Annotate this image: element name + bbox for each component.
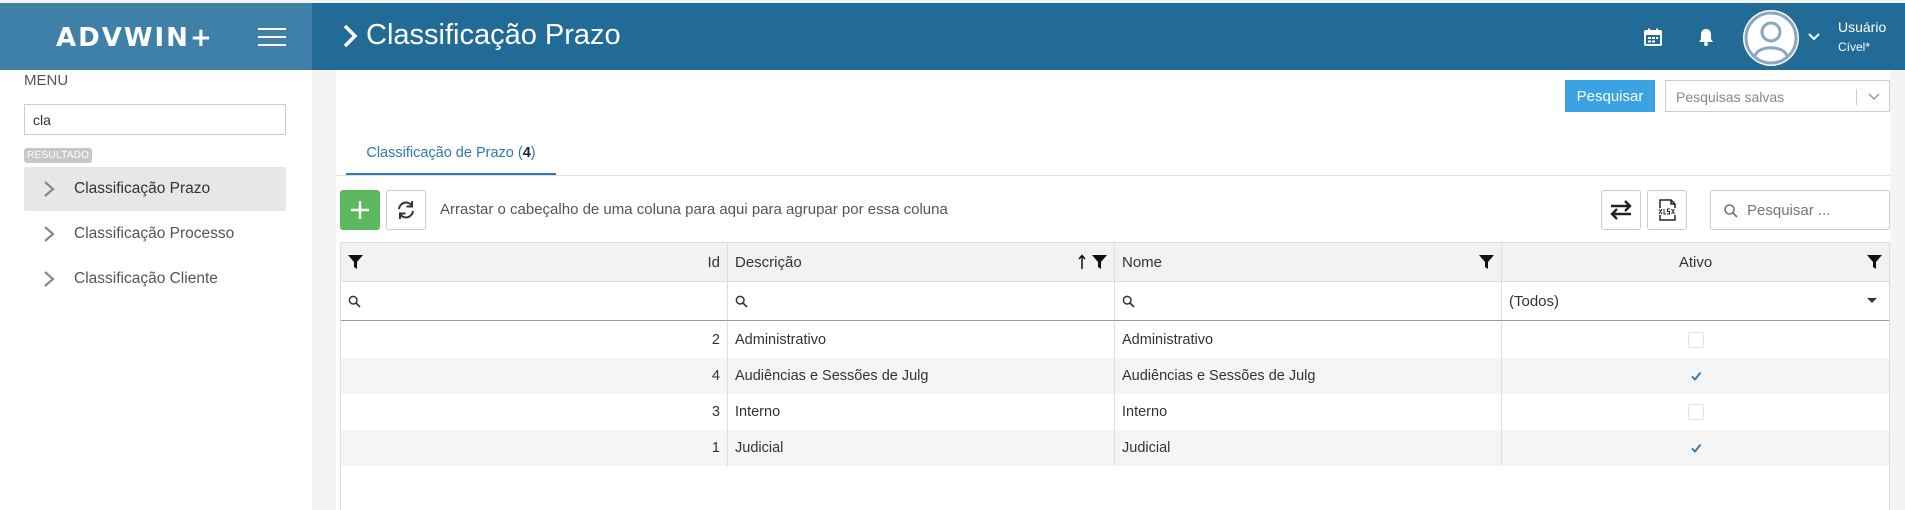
table-row[interactable]: 3 Interno Interno xyxy=(341,394,1889,430)
filter-cell-nome[interactable] xyxy=(1115,282,1502,320)
filter-cell-descricao[interactable] xyxy=(728,282,1115,320)
search-icon xyxy=(348,295,361,308)
xlsx-file-icon xyxy=(1658,199,1677,221)
tab-divider xyxy=(336,175,1890,176)
column-header-id[interactable]: Id xyxy=(341,243,728,281)
add-button[interactable] xyxy=(340,190,380,230)
chevron-down-icon[interactable] xyxy=(1806,29,1822,45)
refresh-icon xyxy=(398,201,414,219)
chevron-right-icon xyxy=(343,24,358,47)
menu-title: MENU xyxy=(24,72,69,89)
sort-ascending-icon xyxy=(1078,254,1086,269)
cell-id: 4 xyxy=(341,358,728,394)
cell-ativo xyxy=(1502,322,1889,358)
table-row[interactable]: 1 Judicial Judicial xyxy=(341,430,1889,466)
table-row[interactable]: 2 Administrativo Administrativo xyxy=(341,322,1889,358)
filter-cell-id[interactable] xyxy=(341,282,728,320)
user-icon xyxy=(1744,11,1798,65)
result-badge: RESULTADO xyxy=(24,148,93,163)
column-header-label: Ativo xyxy=(1678,253,1713,271)
table-row[interactable]: 4 Audiências e Sessões de Julg Audiência… xyxy=(341,358,1889,394)
column-header-ativo[interactable]: Ativo xyxy=(1502,243,1889,281)
page-title-text: Classificação Prazo xyxy=(366,19,621,51)
filter-funnel-icon[interactable] xyxy=(1866,254,1883,270)
export-xlsx-button[interactable] xyxy=(1647,190,1687,230)
column-header-nome[interactable]: Nome xyxy=(1115,243,1502,281)
filter-select-ativo[interactable]: (Todos) xyxy=(1502,282,1889,320)
top-bar: ADVWIN+ Classificação Prazo Usuário Cíve… xyxy=(0,3,1905,70)
search-icon xyxy=(1724,204,1738,218)
ativo-checkbox xyxy=(1688,440,1704,456)
saved-searches-select[interactable]: Pesquisas salvas xyxy=(1665,80,1890,112)
sidebar-item-label: Classificação Cliente xyxy=(74,270,218,287)
calendar-icon[interactable] xyxy=(1643,27,1663,47)
tab-count: 4 xyxy=(522,144,531,161)
check-icon xyxy=(1690,443,1701,453)
page-title: Classificação Prazo xyxy=(342,19,621,52)
select-divider xyxy=(1856,89,1857,105)
column-chooser-button[interactable] xyxy=(1601,190,1641,230)
cell-ativo xyxy=(1502,430,1889,466)
column-header-label: Descrição xyxy=(735,253,802,271)
hamburger-menu-icon[interactable] xyxy=(258,27,286,47)
swap-arrows-icon xyxy=(1610,200,1632,220)
column-header-label: Id xyxy=(707,253,720,271)
caret-down-icon xyxy=(1867,298,1877,303)
menu-search-input[interactable] xyxy=(24,104,286,135)
grid-search-box[interactable] xyxy=(1710,190,1890,230)
check-icon xyxy=(1690,371,1701,381)
ativo-checkbox xyxy=(1688,368,1704,384)
filter-funnel-icon[interactable] xyxy=(347,254,364,270)
sidebar: MENU RESULTADO Classificação Prazo Class… xyxy=(0,70,312,510)
search-icon xyxy=(735,295,748,308)
chevron-down-icon xyxy=(1868,93,1880,101)
grid-header-row: Id Descrição Nome Ativo xyxy=(341,243,1889,282)
column-header-descricao[interactable]: Descrição xyxy=(728,243,1115,281)
chevron-right-icon xyxy=(44,271,55,287)
group-panel-hint: Arrastar o cabeçalho de uma coluna para … xyxy=(440,201,948,218)
cell-nome: Interno xyxy=(1115,394,1502,430)
cell-nome: Judicial xyxy=(1115,430,1502,466)
cell-nome: Administrativo xyxy=(1115,322,1502,358)
sidebar-item-label: Classificação Prazo xyxy=(74,180,211,197)
column-header-label: Nome xyxy=(1122,253,1163,271)
data-grid: Id Descrição Nome Ativo (Todos) 2 Admini… xyxy=(340,242,1890,510)
refresh-button[interactable] xyxy=(386,190,426,230)
cell-descricao: Audiências e Sessões de Julg xyxy=(728,358,1115,394)
grid-filter-row: (Todos) xyxy=(341,282,1889,321)
tab-classificacao-de-prazo[interactable]: Classificação de Prazo (4) xyxy=(346,132,556,176)
filter-funnel-icon[interactable] xyxy=(1091,254,1108,270)
ativo-checkbox xyxy=(1687,404,1704,420)
cell-id: 2 xyxy=(341,322,728,358)
user-group: Cível* xyxy=(1838,40,1871,54)
tab-label: Classificação de Prazo xyxy=(366,144,514,161)
saved-searches-placeholder: Pesquisas salvas xyxy=(1676,89,1785,105)
cell-descricao: Interno xyxy=(728,394,1115,430)
sidebar-item-classificacao-processo[interactable]: Classificação Processo xyxy=(24,212,286,256)
app-logo[interactable]: ADVWIN+ xyxy=(56,23,214,53)
ativo-checkbox xyxy=(1687,332,1704,348)
cell-ativo xyxy=(1502,394,1889,430)
chevron-right-icon xyxy=(44,181,55,197)
avatar[interactable] xyxy=(1743,10,1799,66)
sidebar-item-label: Classificação Processo xyxy=(74,225,235,242)
cell-nome: Audiências e Sessões de Julg xyxy=(1115,358,1502,394)
user-name[interactable]: Usuário xyxy=(1838,19,1886,35)
cell-id: 3 xyxy=(341,394,728,430)
filter-select-value: (Todos) xyxy=(1509,292,1560,310)
plus-icon xyxy=(351,201,369,219)
filter-funnel-icon[interactable] xyxy=(1478,254,1495,270)
search-button[interactable]: Pesquisar xyxy=(1565,80,1655,112)
sidebar-item-classificacao-prazo[interactable]: Classificação Prazo xyxy=(24,167,286,211)
cell-ativo xyxy=(1502,358,1889,394)
sidebar-item-classificacao-cliente[interactable]: Classificação Cliente xyxy=(24,257,286,301)
grid-search-input[interactable] xyxy=(1747,191,1885,229)
cell-descricao: Judicial xyxy=(728,430,1115,466)
search-icon xyxy=(1122,295,1135,308)
chevron-right-icon xyxy=(44,226,55,242)
bell-icon[interactable] xyxy=(1696,27,1716,47)
cell-descricao: Administrativo xyxy=(728,322,1115,358)
cell-id: 1 xyxy=(341,430,728,466)
brand-area: ADVWIN+ xyxy=(0,3,312,70)
